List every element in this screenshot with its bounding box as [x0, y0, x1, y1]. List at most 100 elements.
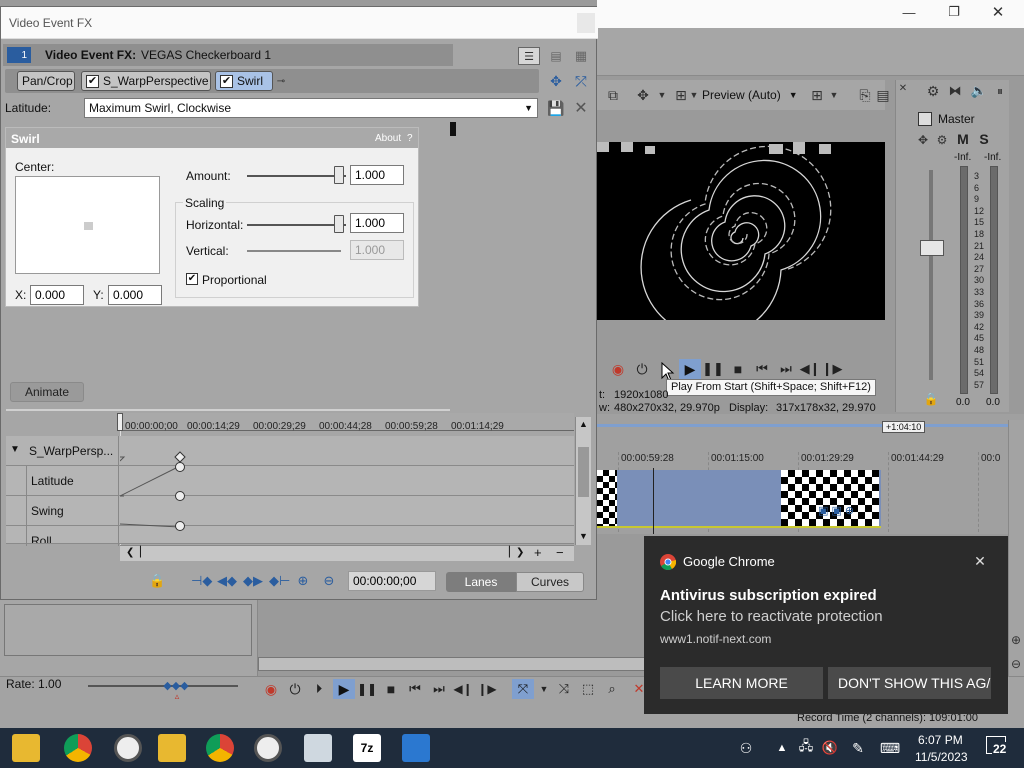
mixer-speaker-icon[interactable]: 🔈 [970, 82, 988, 100]
scroll-up-icon[interactable]: ▲ [579, 419, 588, 429]
pen-icon[interactable]: ✎ [848, 738, 868, 758]
bottom-go-end-button[interactable]: ⏭ [431, 681, 447, 697]
chain-item-warp-perspective[interactable]: ✔ S_WarpPerspective [81, 71, 211, 91]
scroll-handle-right-icon[interactable]: ▕ [502, 547, 510, 558]
scroll-right-icon[interactable]: ❯ [516, 547, 524, 558]
scroll-down-icon[interactable]: ▼ [579, 531, 588, 541]
zoom-minus-icon[interactable]: − [556, 545, 564, 560]
7zip-icon[interactable]: 7z [353, 734, 381, 762]
chrome-taskbar-2-icon[interactable] [206, 734, 234, 762]
zoom-in-icon[interactable]: ⊕ [1008, 632, 1024, 648]
keyboard-icon[interactable]: ⌨ [878, 738, 902, 758]
overlays-grid-icon[interactable]: ⊞ [808, 86, 826, 104]
master-fx-icon[interactable] [918, 112, 932, 126]
animate-button[interactable]: Animate [10, 382, 84, 402]
center-picker[interactable] [15, 176, 160, 274]
horizontal-slider-thumb[interactable] [334, 215, 345, 233]
event-fx-icon[interactable]: ▣ ▣ ⊕ [818, 504, 858, 518]
learn-more-button[interactable]: LEARN MORE [660, 667, 823, 699]
grid-view-icon[interactable]: ▦ [572, 47, 590, 65]
loop-playback-button[interactable]: ⏻ [634, 361, 650, 377]
master-mute-button[interactable]: M [955, 131, 971, 147]
file-explorer-2-icon[interactable] [158, 734, 186, 762]
save-preset-icon[interactable]: 💾 [547, 99, 565, 117]
keyframe-horizontal-scrollbar[interactable]: ❮ ▏ ▕ ❯ + − [120, 545, 574, 561]
bottom-go-start-button[interactable]: ⏮ [407, 681, 423, 697]
help-icon[interactable]: ? [407, 133, 413, 144]
master-solo-button[interactable]: S [976, 131, 992, 147]
bottom-loop-button[interactable]: ⏻ [287, 681, 303, 697]
master-fx-settings-icon[interactable]: ⚙ [935, 133, 949, 147]
next-keyframe-icon[interactable]: ◆▶ [243, 573, 263, 589]
add-keyframe-icon[interactable]: ⊕ [295, 573, 311, 589]
record-button[interactable]: ◉ [610, 361, 626, 377]
show-hidden-icons-icon[interactable]: ▲ [774, 738, 790, 758]
bottom-play-button[interactable]: ▶ [333, 679, 355, 699]
chain-item-pan-crop[interactable]: Pan/Crop [17, 71, 75, 91]
next-frame-button[interactable]: ❙▶ [822, 361, 843, 377]
fx-window-close-button[interactable]: ✕ [577, 13, 595, 33]
list-view-alt-icon[interactable]: ▤ [547, 47, 565, 65]
split-screen-icon[interactable]: ⧉ [604, 86, 622, 104]
vegas-icon[interactable] [114, 734, 142, 762]
overlay-icon[interactable]: ✥ [634, 86, 652, 104]
zoom-out-icon[interactable]: ⊖ [1008, 656, 1024, 672]
notification-close-icon[interactable]: ✕ [970, 552, 990, 570]
bottom-stop-button[interactable]: ■ [383, 681, 399, 697]
checkbox-icon[interactable]: ✔ [86, 74, 99, 88]
maximize-button[interactable]: ❐ [938, 2, 970, 22]
clock-date[interactable]: 11/5/2023 [915, 750, 968, 764]
expand-triangle-icon[interactable]: ▼ [10, 444, 20, 455]
selection-tool-icon[interactable]: ⬚ [580, 681, 596, 697]
center-handle[interactable] [84, 222, 93, 230]
bottom-prev-frame-button[interactable]: ◀❙ [453, 681, 472, 697]
bottom-next-frame-button[interactable]: ❙▶ [477, 681, 496, 697]
envelope-tool-icon[interactable]: ⤨ [556, 681, 572, 697]
vertical-field[interactable] [350, 240, 404, 260]
preset-dropdown[interactable]: Maximum Swirl, Clockwise ▼ [84, 98, 538, 118]
bottom-record-button[interactable]: ◉ [263, 681, 279, 697]
lock-envelope-icon[interactable]: 🔒 [149, 573, 165, 589]
first-keyframe-icon[interactable]: ⊣◆ [191, 573, 212, 589]
chrome-taskbar-icon[interactable] [64, 734, 92, 762]
amount-field[interactable] [350, 165, 404, 185]
chain-item-swirl[interactable]: ✔ Swirl [215, 71, 273, 91]
network-icon[interactable]: 🖧 [796, 738, 816, 758]
stop-button[interactable]: ■ [730, 361, 746, 377]
proportional-checkbox[interactable]: ✔ [186, 273, 198, 285]
transport-dropdown-icon[interactable]: ▼ [656, 86, 668, 104]
preview-quality-dropdown[interactable]: Preview (Auto) ▼ [702, 86, 798, 104]
keyframe-cursor[interactable] [117, 413, 123, 431]
go-to-start-button[interactable]: ⏮ [754, 361, 770, 377]
save-snapshot-icon[interactable]: ▤ [876, 86, 889, 104]
plugin-chain-icon[interactable]: ✥ [547, 71, 565, 91]
mixer-settings-icon[interactable]: ⚙ [924, 82, 942, 100]
scroll-thumb[interactable] [578, 447, 589, 497]
previous-keyframe-icon[interactable]: ◀◆ [217, 573, 237, 589]
clock-time[interactable]: 6:07 PM [918, 733, 963, 747]
curves-tab[interactable]: Curves [516, 572, 584, 592]
remove-plugin-icon[interactable]: ⤱ [572, 71, 590, 91]
vegas-2-icon[interactable] [254, 734, 282, 762]
close-button[interactable]: ✕ [982, 2, 1014, 22]
normal-edit-tool-icon[interactable]: ⤧ [512, 679, 534, 699]
pause-button[interactable]: ❚❚ [702, 361, 724, 377]
overlays-dropdown-icon[interactable]: ▼ [828, 86, 840, 104]
delete-preset-icon[interactable]: ✕ [572, 99, 590, 117]
y-field[interactable] [108, 285, 162, 305]
volume-muted-icon[interactable]: 🔇 [820, 738, 840, 758]
mixer-downmix-icon[interactable]: ⧓ [946, 82, 964, 100]
previous-frame-button[interactable]: ◀❙ [800, 361, 821, 377]
lanes-tab[interactable]: Lanes [446, 572, 516, 592]
mixer-more-icon[interactable]: ⏸ [992, 82, 1008, 100]
grid-dropdown-icon[interactable]: ▼ [688, 86, 700, 104]
about-link[interactable]: About [375, 133, 401, 144]
lock-icon[interactable]: 🔒 [924, 392, 939, 406]
edit-tool-dropdown-icon[interactable]: ▼ [538, 681, 550, 697]
master-fader-handle[interactable] [920, 240, 944, 256]
x-field[interactable] [30, 285, 84, 305]
last-keyframe-icon[interactable]: ◆⊢ [269, 573, 290, 589]
chrome-notification[interactable]: Google Chrome ✕ Antivirus subscription e… [644, 536, 1008, 714]
people-icon[interactable]: ⚇ [736, 738, 756, 758]
checkbox-icon[interactable]: ✔ [220, 74, 233, 88]
